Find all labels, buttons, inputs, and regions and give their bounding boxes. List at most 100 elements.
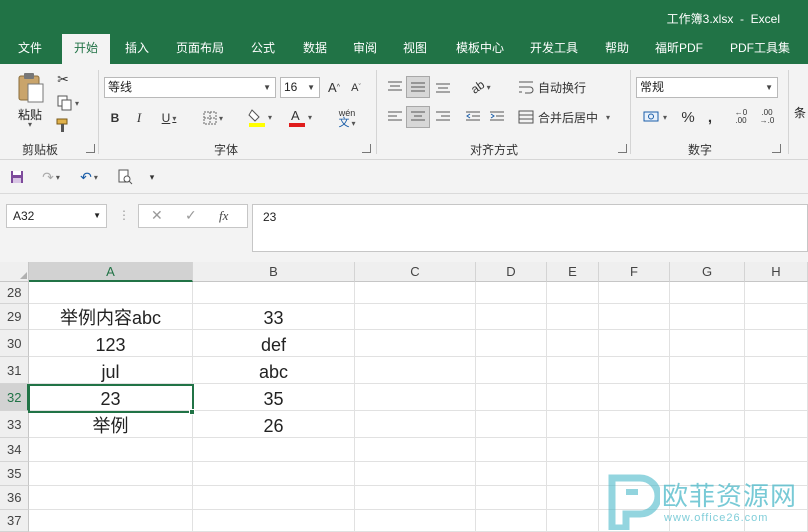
cell-a33[interactable]: 举例	[29, 411, 193, 438]
tab-foxit-pdf[interactable]: 福昕PDF	[646, 34, 712, 64]
select-all-corner[interactable]	[0, 262, 29, 282]
cell-d32[interactable]	[476, 384, 547, 411]
column-header-e[interactable]: E	[547, 262, 599, 282]
cell-f31[interactable]	[599, 357, 670, 384]
cell-b33[interactable]: 26	[193, 411, 355, 438]
cell-g32[interactable]	[670, 384, 745, 411]
underline-button[interactable]: U ▾	[154, 108, 184, 128]
cell-a30[interactable]: 123	[29, 330, 193, 357]
font-size-select[interactable]: 16 ▼	[280, 77, 320, 98]
cell-e28[interactable]	[547, 282, 599, 304]
row-header[interactable]: 32	[0, 384, 29, 411]
paste-dropdown-icon[interactable]: ▾	[28, 120, 32, 129]
font-color-button[interactable]: A ▾	[284, 106, 316, 128]
styles-group-partial-label[interactable]: 条	[794, 104, 806, 121]
cell-b34[interactable]	[193, 438, 355, 462]
row-header[interactable]: 34	[0, 438, 29, 462]
cell-e36[interactable]	[547, 486, 599, 510]
tab-view[interactable]: 视图	[392, 34, 438, 64]
tab-formulas[interactable]: 公式	[240, 34, 286, 64]
cell-e30[interactable]	[547, 330, 599, 357]
insert-function-icon[interactable]: fx	[219, 208, 228, 224]
column-header-d[interactable]: D	[476, 262, 547, 282]
cell-f28[interactable]	[599, 282, 670, 304]
column-header-a[interactable]: A	[29, 262, 193, 282]
cell-e32[interactable]	[547, 384, 599, 411]
clipboard-launcher-icon[interactable]	[86, 144, 95, 153]
row-header[interactable]: 30	[0, 330, 29, 357]
row-header[interactable]: 29	[0, 304, 29, 330]
redo-button[interactable]: ↷ ▾	[36, 168, 66, 186]
fill-color-button[interactable]: ▾	[244, 106, 276, 128]
cell-a28[interactable]	[29, 282, 193, 304]
copy-button[interactable]: ▾	[54, 94, 82, 112]
cell-d30[interactable]	[476, 330, 547, 357]
cell-a31[interactable]: jul	[29, 357, 193, 384]
alignment-launcher-icon[interactable]	[618, 144, 627, 153]
cell-a34[interactable]	[29, 438, 193, 462]
cell-g28[interactable]	[670, 282, 745, 304]
cell-f32[interactable]	[599, 384, 670, 411]
cell-b35[interactable]	[193, 462, 355, 486]
font-launcher-icon[interactable]	[362, 144, 371, 153]
cell-h32[interactable]	[745, 384, 808, 411]
cell-d31[interactable]	[476, 357, 547, 384]
cell-b32[interactable]: 35	[193, 384, 355, 411]
decrease-indent-icon[interactable]	[462, 106, 484, 128]
align-bottom-icon[interactable]	[432, 76, 454, 98]
enter-icon[interactable]: ✓	[185, 207, 197, 224]
cell-h30[interactable]	[745, 330, 808, 357]
cell-h31[interactable]	[745, 357, 808, 384]
cell-e35[interactable]	[547, 462, 599, 486]
print-preview-icon[interactable]	[114, 168, 136, 186]
cell-c36[interactable]	[355, 486, 476, 510]
cell-a36[interactable]	[29, 486, 193, 510]
column-header-f[interactable]: F	[599, 262, 670, 282]
accounting-format-button[interactable]: ▾	[638, 106, 672, 128]
tab-insert[interactable]: 插入	[114, 34, 160, 64]
tab-review[interactable]: 审阅	[342, 34, 388, 64]
cell-b28[interactable]	[193, 282, 355, 304]
cell-c34[interactable]	[355, 438, 476, 462]
column-header-g[interactable]: G	[670, 262, 745, 282]
cell-a37[interactable]	[29, 510, 193, 532]
cell-f33[interactable]	[599, 411, 670, 438]
column-header-b[interactable]: B	[193, 262, 355, 282]
cell-e37[interactable]	[547, 510, 599, 532]
grow-font-icon[interactable]: A ^	[324, 77, 344, 98]
row-header[interactable]: 28	[0, 282, 29, 304]
cell-g33[interactable]	[670, 411, 745, 438]
cell-b30[interactable]: def	[193, 330, 355, 357]
increase-decimal-icon[interactable]: ←0.00	[730, 106, 752, 128]
phonetic-button[interactable]: wén 文 ▾	[330, 106, 364, 130]
cell-d29[interactable]	[476, 304, 547, 330]
cell-a29[interactable]: 举例内容abc	[29, 304, 193, 330]
shrink-font-icon[interactable]: Aˇ	[346, 77, 366, 98]
cell-c35[interactable]	[355, 462, 476, 486]
cell-a32[interactable]: 23	[29, 384, 193, 411]
cell-c30[interactable]	[355, 330, 476, 357]
cell-c29[interactable]	[355, 304, 476, 330]
cell-h28[interactable]	[745, 282, 808, 304]
cell-d37[interactable]	[476, 510, 547, 532]
align-center-icon[interactable]	[406, 106, 430, 128]
font-name-select[interactable]: 等线 ▼	[104, 77, 276, 98]
cell-c31[interactable]	[355, 357, 476, 384]
row-header[interactable]: 35	[0, 462, 29, 486]
cell-d35[interactable]	[476, 462, 547, 486]
orientation-button[interactable]: ab ▾	[464, 76, 498, 98]
row-header[interactable]: 33	[0, 411, 29, 438]
tab-pdf-tools[interactable]: PDF工具集	[718, 34, 802, 64]
cell-g34[interactable]	[670, 438, 745, 462]
cell-h29[interactable]	[745, 304, 808, 330]
decrease-decimal-icon[interactable]: .00 →.0	[756, 106, 778, 128]
cancel-icon[interactable]: ✕	[151, 207, 163, 224]
tab-data[interactable]: 数据	[292, 34, 338, 64]
cell-h33[interactable]	[745, 411, 808, 438]
tab-home[interactable]: 开始	[62, 34, 110, 65]
number-format-select[interactable]: 常规 ▼	[636, 77, 778, 98]
cell-b29[interactable]: 33	[193, 304, 355, 330]
comma-style-icon[interactable]: ,	[702, 106, 718, 128]
column-header-c[interactable]: C	[355, 262, 476, 282]
percent-icon[interactable]: %	[678, 106, 698, 128]
